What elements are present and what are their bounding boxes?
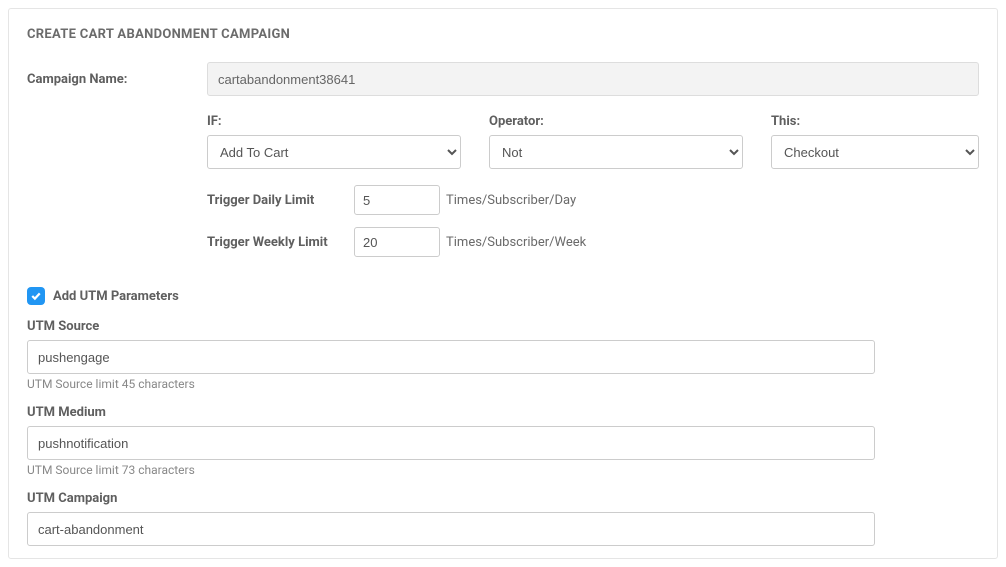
conditions-row: IF: Add To Cart Operator: Not This: Chec… (27, 114, 979, 269)
utm-medium-hint: UTM Source limit 73 characters (27, 463, 979, 477)
condition-selectors: IF: Add To Cart Operator: Not This: Chec… (207, 114, 979, 169)
campaign-name-row: Campaign Name: (27, 62, 979, 96)
operator-group: Operator: Not (489, 114, 743, 169)
utm-checkbox[interactable] (27, 287, 45, 305)
if-label: IF: (207, 114, 461, 129)
campaign-name-label: Campaign Name: (27, 72, 207, 87)
trigger-daily-input[interactable] (354, 185, 440, 215)
operator-select[interactable]: Not (489, 135, 743, 169)
operator-label: Operator: (489, 114, 743, 129)
checkmark-icon (30, 290, 42, 302)
trigger-weekly-row: Trigger Weekly Limit Times/Subscriber/We… (207, 227, 979, 257)
utm-campaign-input[interactable] (27, 512, 875, 546)
trigger-daily-label: Trigger Daily Limit (207, 193, 342, 208)
trigger-daily-row: Trigger Daily Limit Times/Subscriber/Day (207, 185, 979, 215)
campaign-name-input[interactable] (207, 62, 979, 96)
if-select[interactable]: Add To Cart (207, 135, 461, 169)
trigger-weekly-label: Trigger Weekly Limit (207, 235, 342, 250)
utm-medium-group: UTM Medium UTM Source limit 73 character… (27, 405, 979, 477)
utm-campaign-label: UTM Campaign (27, 491, 979, 506)
trigger-daily-suffix: Times/Subscriber/Day (446, 193, 576, 208)
trigger-weekly-suffix: Times/Subscriber/Week (446, 235, 586, 250)
utm-source-label: UTM Source (27, 319, 979, 334)
if-group: IF: Add To Cart (207, 114, 461, 169)
utm-source-group: UTM Source UTM Source limit 45 character… (27, 319, 979, 391)
this-select[interactable]: Checkout (771, 135, 979, 169)
panel-title: CREATE CART ABANDONMENT CAMPAIGN (27, 27, 979, 42)
utm-medium-label: UTM Medium (27, 405, 979, 420)
this-label: This: (771, 114, 979, 129)
campaign-name-content (207, 62, 979, 96)
utm-checkbox-row: Add UTM Parameters (27, 287, 979, 305)
conditions-content: IF: Add To Cart Operator: Not This: Chec… (207, 114, 979, 269)
utm-checkbox-label: Add UTM Parameters (53, 289, 179, 304)
utm-medium-input[interactable] (27, 426, 875, 460)
utm-source-input[interactable] (27, 340, 875, 374)
trigger-weekly-input[interactable] (354, 227, 440, 257)
this-group: This: Checkout (771, 114, 979, 169)
create-campaign-panel: CREATE CART ABANDONMENT CAMPAIGN Campaig… (8, 8, 998, 559)
utm-source-hint: UTM Source limit 45 characters (27, 377, 979, 391)
